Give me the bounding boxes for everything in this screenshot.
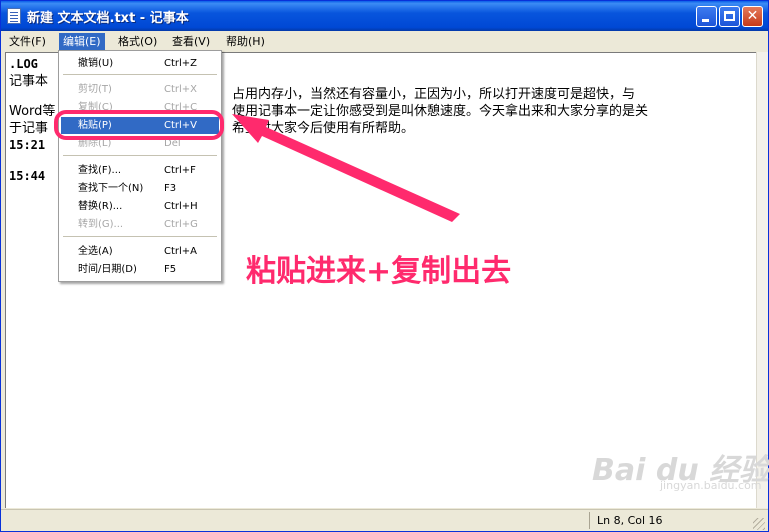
annotation-caption: 粘贴进来+复制出去 [246,254,512,289]
watermark-url: jingyan.baidu.com [660,479,762,492]
baidu-jingyan-watermark: Bai du 经验 jingyan.baidu.com [592,445,769,497]
